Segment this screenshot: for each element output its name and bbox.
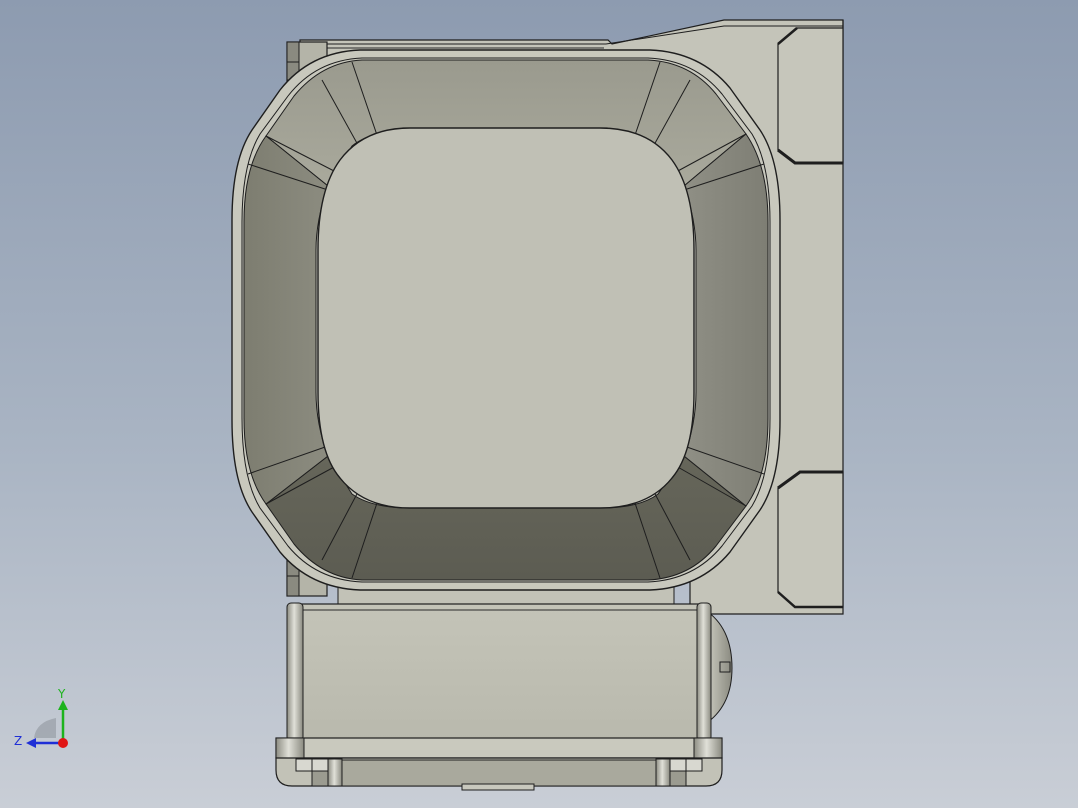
x-axis-dot-icon [58,738,68,748]
y-axis-label: Y [57,687,66,701]
right-post [696,602,712,742]
axis-triad[interactable]: Y Z [12,686,76,750]
y-axis-arrow-icon [58,700,68,710]
flange-left-cap [275,737,305,759]
z-axis-arrow-icon [26,738,36,748]
z-axis-label: Z [14,734,22,748]
base-tab [461,783,535,791]
upper-housing[interactable] [231,19,844,615]
base-slot [339,759,659,787]
flange-right-cap [693,737,723,759]
lower-box[interactable] [275,602,733,791]
right-rail-top [777,20,844,165]
cad-graphics-viewport[interactable]: Y Z [0,0,1078,808]
cad-model-view[interactable] [0,0,1078,808]
right-rail-bottom [777,470,844,609]
cavity-floor[interactable] [317,127,695,509]
left-post [286,602,304,742]
triad-rotation-arc-icon [34,718,56,738]
box-front-face[interactable] [299,603,701,741]
base-flange [275,737,723,759]
